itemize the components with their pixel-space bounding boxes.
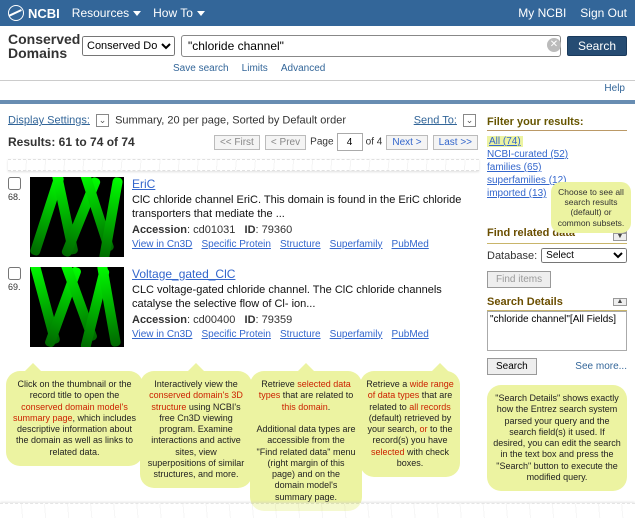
pagination: << First < Prev Page of 4 Next > Last >> bbox=[213, 133, 479, 151]
structure-thumbnail[interactable] bbox=[30, 177, 124, 257]
search-button[interactable]: Search bbox=[567, 36, 627, 56]
torn-edge bbox=[8, 159, 479, 171]
result-checkbox[interactable] bbox=[8, 177, 21, 190]
tooltip-search-details: "Search Details" shows exactly how the E… bbox=[487, 385, 627, 491]
id-value: 79359 bbox=[262, 314, 293, 326]
page-last[interactable]: Last >> bbox=[433, 135, 478, 150]
page-next[interactable]: Next > bbox=[386, 135, 427, 150]
result-title[interactable]: EriC bbox=[132, 177, 155, 191]
link-pubmed[interactable]: PubMed bbox=[392, 329, 429, 340]
search-details-textarea[interactable]: "chloride channel"[All Fields] bbox=[487, 311, 627, 351]
tooltip-filter: Choose to see all search results (defaul… bbox=[551, 182, 631, 233]
section-collapse-icon[interactable]: ▲ bbox=[613, 298, 627, 306]
tooltip-related-types: Retrieve selected data types that are re… bbox=[250, 371, 362, 511]
ncbi-logo-icon bbox=[8, 5, 24, 21]
result-description: CLC voltage-gated chloride channel. The … bbox=[132, 283, 479, 312]
menu-howto[interactable]: How To bbox=[153, 6, 205, 20]
link-pubmed[interactable]: PubMed bbox=[392, 239, 429, 250]
clear-icon[interactable]: ✕ bbox=[547, 38, 561, 52]
header-right: My NCBI Sign Out bbox=[518, 6, 627, 20]
related-database-select[interactable]: Select bbox=[541, 248, 627, 263]
results-panel: Display Settings: ⌄ Summary, 20 per page… bbox=[0, 104, 487, 497]
display-settings-link[interactable]: Display Settings: bbox=[8, 114, 90, 126]
chevron-down-icon bbox=[133, 11, 141, 16]
search-details-button[interactable]: Search bbox=[487, 358, 537, 375]
brand-text: NCBI bbox=[28, 6, 60, 21]
filter-title: Filter your results: bbox=[487, 116, 627, 131]
accession-value: cd00400 bbox=[193, 314, 235, 326]
database-label: Database: bbox=[487, 250, 537, 262]
link-structure[interactable]: Structure bbox=[280, 329, 321, 340]
send-to-toggle[interactable]: ⌄ bbox=[463, 114, 476, 127]
page-of: of 4 bbox=[366, 137, 383, 148]
sidebar: Filter your results: All (74) NCBI-curat… bbox=[487, 104, 635, 497]
accession-label: Accession bbox=[132, 224, 187, 236]
menu-resources[interactable]: Resources bbox=[72, 6, 141, 20]
filter-curated[interactable]: NCBI-curated (52) bbox=[487, 149, 627, 160]
link-cn3d[interactable]: View in Cn3D bbox=[132, 239, 192, 250]
see-more-link[interactable]: See more... bbox=[575, 361, 627, 372]
display-summary: Summary, 20 per page, Sorted by Default … bbox=[115, 114, 346, 126]
filter-families[interactable]: families (65) bbox=[487, 162, 627, 173]
torn-edge-bottom bbox=[0, 503, 635, 518]
display-toggle[interactable]: ⌄ bbox=[96, 114, 109, 127]
link-specific-protein[interactable]: Specific Protein bbox=[201, 239, 270, 250]
search-sublinks: Save search Limits Advanced bbox=[8, 62, 627, 74]
structure-thumbnail[interactable] bbox=[30, 267, 124, 347]
search-details-title: Search Details bbox=[487, 296, 563, 308]
send-to-link[interactable]: Send To: bbox=[414, 114, 457, 126]
id-label: ID bbox=[245, 314, 256, 326]
page-prev[interactable]: < Prev bbox=[265, 135, 306, 150]
save-search-link[interactable]: Save search bbox=[173, 63, 229, 74]
tooltip-cn3d: Interactively view the conserved domain'… bbox=[140, 371, 252, 488]
accession-label: Accession bbox=[132, 314, 187, 326]
link-superfamily[interactable]: Superfamily bbox=[330, 239, 383, 250]
help-link[interactable]: Help bbox=[604, 83, 625, 94]
accession-value: cd01031 bbox=[193, 224, 235, 236]
signout-link[interactable]: Sign Out bbox=[580, 6, 627, 20]
result-checkbox[interactable] bbox=[8, 267, 21, 280]
section-title: Conserved Domains bbox=[8, 32, 78, 60]
ncbi-logo[interactable]: NCBI bbox=[8, 5, 60, 21]
ncbi-header: NCBI Resources How To My NCBI Sign Out bbox=[0, 0, 635, 26]
result-title[interactable]: Voltage_gated_ClC bbox=[132, 267, 235, 281]
result-index: 68. bbox=[8, 192, 21, 202]
chevron-down-icon bbox=[197, 11, 205, 16]
link-structure[interactable]: Structure bbox=[280, 239, 321, 250]
my-ncbi-link[interactable]: My NCBI bbox=[518, 6, 566, 20]
result-row: 69. Voltage_gated_ClC CLC voltage-gated … bbox=[8, 267, 479, 347]
filter-all[interactable]: All (74) bbox=[487, 136, 523, 147]
search-bar: Conserved Domains Conserved Do ✕ Search … bbox=[0, 26, 635, 81]
advanced-link[interactable]: Advanced bbox=[281, 63, 325, 74]
link-specific-protein[interactable]: Specific Protein bbox=[201, 329, 270, 340]
page-label: Page bbox=[310, 137, 333, 148]
result-row: 68. EriC ClC chloride channel EriC. This… bbox=[8, 177, 479, 257]
database-select[interactable]: Conserved Do bbox=[82, 36, 175, 56]
search-input[interactable] bbox=[181, 35, 561, 57]
page-input[interactable] bbox=[337, 133, 363, 151]
help-row: Help bbox=[0, 81, 635, 104]
tooltip-send-to: Retrieve a wide range of data types that… bbox=[360, 371, 460, 477]
link-cn3d[interactable]: View in Cn3D bbox=[132, 329, 192, 340]
tooltip-thumbnail: Click on the thumbnail or the record tit… bbox=[6, 371, 143, 466]
find-items-button[interactable]: Find items bbox=[487, 271, 551, 288]
page-first[interactable]: << First bbox=[214, 135, 260, 150]
id-value: 79360 bbox=[262, 224, 293, 236]
limits-link[interactable]: Limits bbox=[242, 63, 268, 74]
result-index: 69. bbox=[8, 282, 21, 292]
link-superfamily[interactable]: Superfamily bbox=[330, 329, 383, 340]
header-menu: Resources How To bbox=[72, 6, 519, 20]
result-description: ClC chloride channel EriC. This domain i… bbox=[132, 193, 479, 222]
id-label: ID bbox=[245, 224, 256, 236]
results-count: Results: 61 to 74 of 74 bbox=[8, 135, 135, 149]
